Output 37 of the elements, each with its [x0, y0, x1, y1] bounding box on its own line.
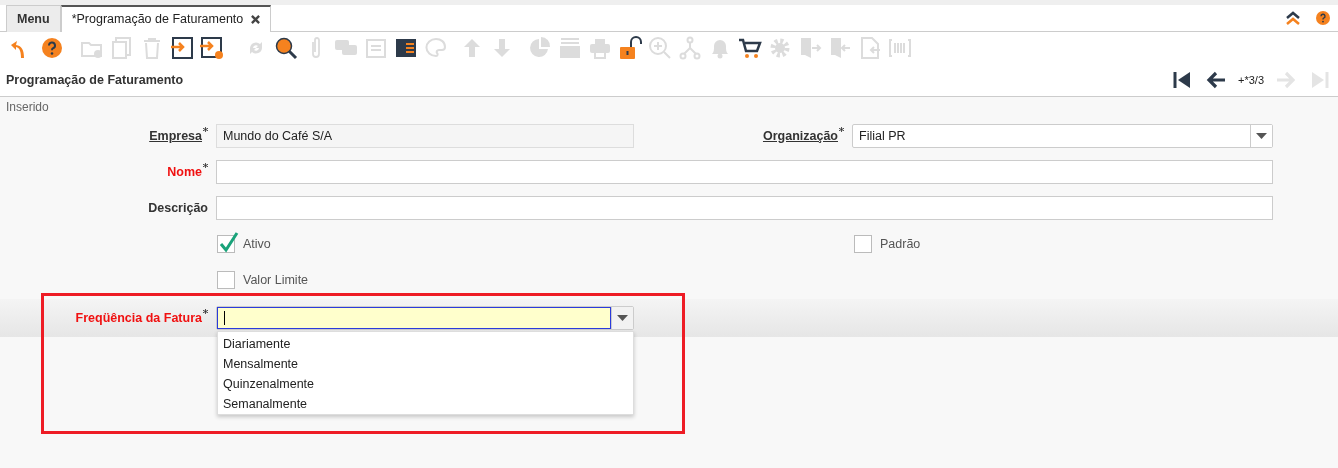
field-label: Empresa	[149, 127, 202, 145]
collapse-icon[interactable]	[1284, 10, 1302, 26]
input-field[interactable]	[216, 160, 1273, 184]
list-icon[interactable]	[394, 36, 418, 60]
checkbox-label: Ativo	[243, 235, 272, 253]
field-label: Descrição	[148, 199, 208, 217]
field-label: Organização	[762, 127, 838, 145]
checkbox[interactable]	[217, 271, 235, 289]
dropdown-option[interactable]: Diariamente	[218, 333, 633, 353]
caret-icon[interactable]	[1250, 125, 1272, 147]
tab[interactable]: Menu	[6, 5, 61, 32]
checkbox-label: Valor Limite	[243, 271, 309, 289]
help-icon[interactable]	[40, 36, 64, 60]
import-icon[interactable]	[170, 36, 194, 60]
field-label: Nome	[167, 163, 202, 181]
cart-icon[interactable]	[738, 36, 762, 60]
select-field[interactable]: Filial PR	[852, 124, 1273, 148]
form-title: Programação de Faturamento	[6, 71, 184, 89]
checkbox-label: Padrão	[880, 235, 921, 253]
close-icon[interactable]	[251, 15, 261, 24]
help-icon[interactable]	[1316, 11, 1330, 25]
search-icon[interactable]	[274, 36, 298, 60]
field-label: Freqüência da Fatura	[75, 309, 202, 327]
text-cursor	[224, 311, 226, 325]
readonly-field: Mundo do Café S/A	[216, 124, 634, 148]
unlock-icon[interactable]	[618, 36, 642, 60]
input-field[interactable]	[216, 196, 1273, 220]
status-text: Inserido	[5, 99, 50, 116]
caret-icon[interactable]	[611, 307, 633, 329]
import-add-icon[interactable]	[200, 36, 224, 60]
dropdown-option[interactable]: Mensalmente	[218, 353, 633, 373]
tab[interactable]: *Programação de Faturamento	[60, 5, 272, 32]
checkbox[interactable]	[854, 235, 872, 253]
record-position: +*3/3	[1238, 72, 1264, 88]
dropdown-option[interactable]: Quinzenalmente	[218, 373, 633, 393]
dropdown-option[interactable]: Semanalmente	[218, 393, 633, 413]
combo-box[interactable]	[216, 306, 634, 330]
